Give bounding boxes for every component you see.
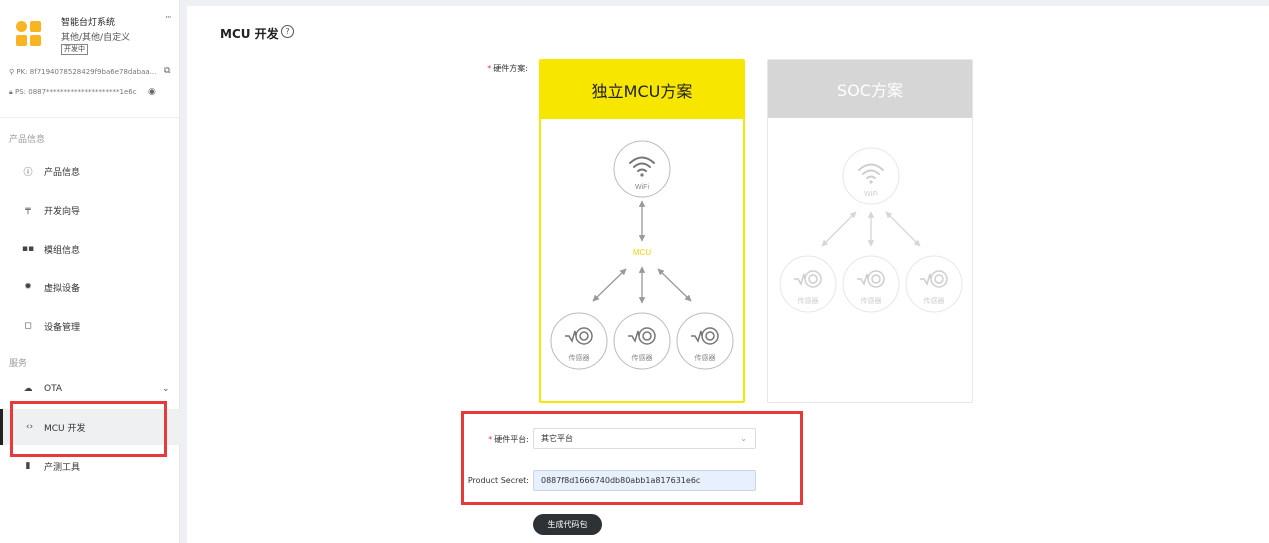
status-badge: 开发中: [61, 44, 88, 55]
card-title: 独立MCU方案: [541, 61, 743, 119]
sensor-node: 传感器: [613, 312, 671, 370]
highlight-box-form: [461, 411, 803, 505]
product-category: 其他/其他/自定义: [61, 33, 131, 43]
ps-value: 0887*********************1e6c: [28, 88, 137, 96]
sensor-node: 传感器: [905, 255, 963, 313]
help-icon[interactable]: ?: [281, 25, 294, 38]
sidebar-item-label: 模组信息: [44, 245, 81, 256]
generate-code-button[interactable]: 生成代码包: [533, 514, 602, 535]
sensor-label: 传感器: [569, 353, 590, 362]
hardware-scheme-label: * 硬件方案:: [487, 64, 528, 73]
sensor-node: 传感器: [779, 255, 837, 313]
mcu-diagram: WiFi MCU 传感器 传感器 传感器: [550, 140, 734, 370]
card-soc-scheme[interactable]: SOC方案 WiFi 传感器 传感器 传感器: [767, 59, 973, 403]
pk-label: PK:: [16, 68, 28, 76]
sensor-node: 传感器: [550, 312, 608, 370]
ps-label: PS:: [14, 88, 26, 96]
key-icon: ⚲: [9, 68, 15, 76]
card-mcu-scheme[interactable]: 独立MCU方案 WiFi MCU 传感器 传感器 传感器: [539, 59, 745, 403]
product-key-row: ⚲ PK: 8f7194078528429f9ba6e78dabaa... ⧉: [9, 66, 170, 76]
pin-icon: ╤: [25, 205, 31, 215]
sensor-label: 传感器: [861, 296, 882, 305]
copy-icon[interactable]: ⧉: [164, 66, 170, 76]
lock-icon: 🔒︎: [9, 88, 13, 96]
page-title: MCU 开发: [220, 27, 279, 41]
card-title: SOC方案: [768, 60, 972, 118]
product-logo-icon: [16, 21, 42, 47]
wifi-label: WiFi: [864, 190, 878, 198]
gear-icon: ✹: [24, 282, 32, 292]
sidebar: 智能台灯系统 其他/其他/自定义 开发中 ··· ⚲ PK: 8f7194078…: [0, 0, 180, 543]
group-product-info: 产品信息: [9, 135, 46, 145]
sidebar-item-dev-guide[interactable]: ╤ 开发向导: [0, 192, 180, 228]
grid-icon: ▪▪: [21, 244, 35, 254]
sensor-label: 传感器: [632, 353, 653, 362]
mcu-label: MCU: [633, 248, 651, 257]
product-name: 智能台灯系统: [61, 18, 116, 28]
sidebar-item-product-info[interactable]: ⓘ 产品信息: [0, 153, 180, 189]
sidebar-item-virtual-device[interactable]: ✹ 虚拟设备: [0, 269, 180, 305]
highlight-box-sidebar: [10, 401, 167, 457]
sidebar-item-label: OTA: [44, 384, 63, 394]
clipboard-icon: ◻: [24, 321, 32, 331]
chevron-down-icon: ⌄: [162, 384, 170, 394]
more-options-icon[interactable]: ···: [165, 13, 172, 23]
info-icon: ⓘ: [23, 167, 33, 178]
sidebar-item-device-management[interactable]: ◻ 设备管理: [0, 308, 180, 344]
sidebar-item-module-info[interactable]: ▪▪ 模组信息: [0, 231, 180, 267]
wifi-node: WiFi: [842, 147, 900, 205]
product-header: 智能台灯系统 其他/其他/自定义 开发中 ··· ⚲ PK: 8f7194078…: [0, 0, 179, 118]
sensor-node: 传感器: [676, 312, 734, 370]
eye-icon[interactable]: ◉: [148, 87, 156, 97]
pk-value: 8f7194078528429f9ba6e78dabaa...: [29, 68, 157, 76]
sidebar-item-label: 虚拟设备: [44, 283, 81, 294]
sensor-label: 传感器: [924, 296, 945, 305]
sidebar-item-label: 产品信息: [44, 167, 81, 178]
sidebar-item-label: 产测工具: [44, 462, 81, 473]
tool-icon: ▮: [25, 461, 31, 471]
wifi-node: WiFi: [613, 140, 671, 198]
sidebar-item-label: 开发向导: [44, 206, 81, 217]
soc-diagram: WiFi 传感器 传感器 传感器: [779, 147, 963, 313]
group-service: 服务: [9, 359, 28, 369]
sensor-node: 传感器: [842, 255, 900, 313]
cloud-upload-icon: ☁: [23, 384, 33, 394]
sensor-label: 传感器: [798, 296, 819, 305]
product-secret-row: 🔒︎ PS: 0887*********************1e6c ◉: [9, 87, 156, 97]
wifi-label: WiFi: [635, 184, 649, 191]
sensor-label: 传感器: [695, 353, 716, 362]
sidebar-item-label: 设备管理: [44, 322, 81, 333]
